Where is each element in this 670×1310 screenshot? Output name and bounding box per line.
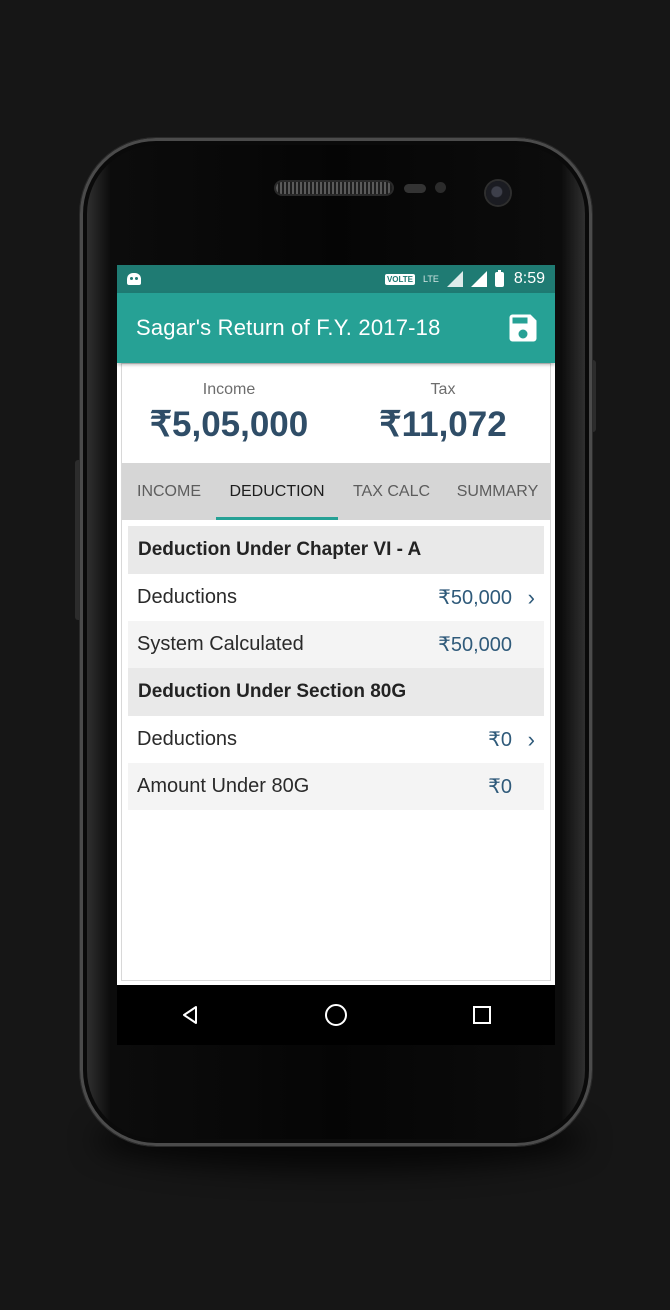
recents-button[interactable] — [462, 995, 502, 1035]
row-label: Amount Under 80G — [137, 775, 310, 797]
list-item: Amount Under 80G ₹0 — [128, 763, 544, 810]
status-time: 8:59 — [513, 270, 545, 287]
lte-indicator: LTE — [423, 274, 439, 284]
row-label: Deductions — [137, 728, 238, 750]
list-item[interactable]: Deductions ₹0 › — [128, 716, 544, 763]
tax-label: Tax — [430, 381, 456, 398]
row-value: ₹50,000 — [438, 587, 512, 609]
return-card: Income ₹5,05,000 Tax ₹11,072 INCOME DEDU… — [121, 363, 551, 981]
back-button[interactable] — [170, 995, 210, 1035]
row-label: System Calculated — [137, 633, 304, 655]
income-label: Income — [202, 381, 256, 398]
income-summary: Income ₹5,05,000 — [122, 364, 336, 463]
signal-icon — [446, 271, 463, 287]
back-triangle-icon — [183, 1006, 197, 1024]
tab-summary[interactable]: SUMMARY — [445, 463, 550, 520]
tab-label: TAX CALC — [352, 482, 431, 500]
front-camera — [486, 181, 510, 205]
save-icon[interactable] — [505, 310, 541, 346]
battery-icon — [494, 269, 504, 287]
list-item: System Calculated ₹50,000 — [128, 621, 544, 668]
app-bar: Sagar's Return of F.Y. 2017-18 — [117, 293, 555, 363]
tab-bar: INCOME DEDUCTION TAX CALC SUMMARY — [122, 463, 550, 520]
income-value: ₹5,05,000 — [149, 405, 309, 444]
phone-screen: VOLTE LTE 8:59 Sagar's Return of F.Y. 20… — [117, 265, 555, 1045]
android-notification-icon — [127, 273, 141, 285]
tax-summary: Tax ₹11,072 — [336, 364, 550, 463]
chevron-right-icon: › — [527, 584, 535, 610]
proximity-sensor — [404, 184, 426, 193]
tab-deduction[interactable]: DEDUCTION — [216, 463, 338, 520]
row-value: ₹50,000 — [438, 634, 512, 656]
row-label: Deductions — [137, 586, 238, 608]
tab-income[interactable]: INCOME — [122, 463, 216, 520]
home-button[interactable] — [316, 995, 356, 1035]
section-header: Deduction Under Section 80G — [128, 668, 544, 716]
home-circle-icon — [325, 1004, 347, 1026]
volte-badge: VOLTE — [384, 273, 416, 285]
row-value: ₹0 — [488, 729, 512, 751]
tab-label: DEDUCTION — [229, 482, 325, 500]
earpiece-speaker — [276, 182, 392, 194]
navigation-bar — [117, 985, 555, 1045]
recents-square-icon — [473, 1006, 491, 1024]
status-bar: VOLTE LTE 8:59 — [117, 265, 555, 293]
income-tax-summary: Income ₹5,05,000 Tax ₹11,072 — [122, 364, 550, 463]
page-title: Sagar's Return of F.Y. 2017-18 — [136, 315, 441, 340]
tab-tax-calc[interactable]: TAX CALC — [338, 463, 445, 520]
deduction-list: Deduction Under Chapter VI - A Deduction… — [122, 520, 550, 810]
list-item[interactable]: Deductions ₹50,000 › — [128, 574, 544, 621]
tab-label: INCOME — [137, 482, 201, 500]
signal-icon — [470, 271, 487, 287]
row-value: ₹0 — [488, 776, 512, 798]
tax-value: ₹11,072 — [379, 405, 507, 444]
light-sensor — [435, 182, 446, 193]
chevron-right-icon: › — [527, 726, 535, 752]
section-header: Deduction Under Chapter VI - A — [128, 526, 544, 574]
tab-label: SUMMARY — [456, 482, 539, 500]
